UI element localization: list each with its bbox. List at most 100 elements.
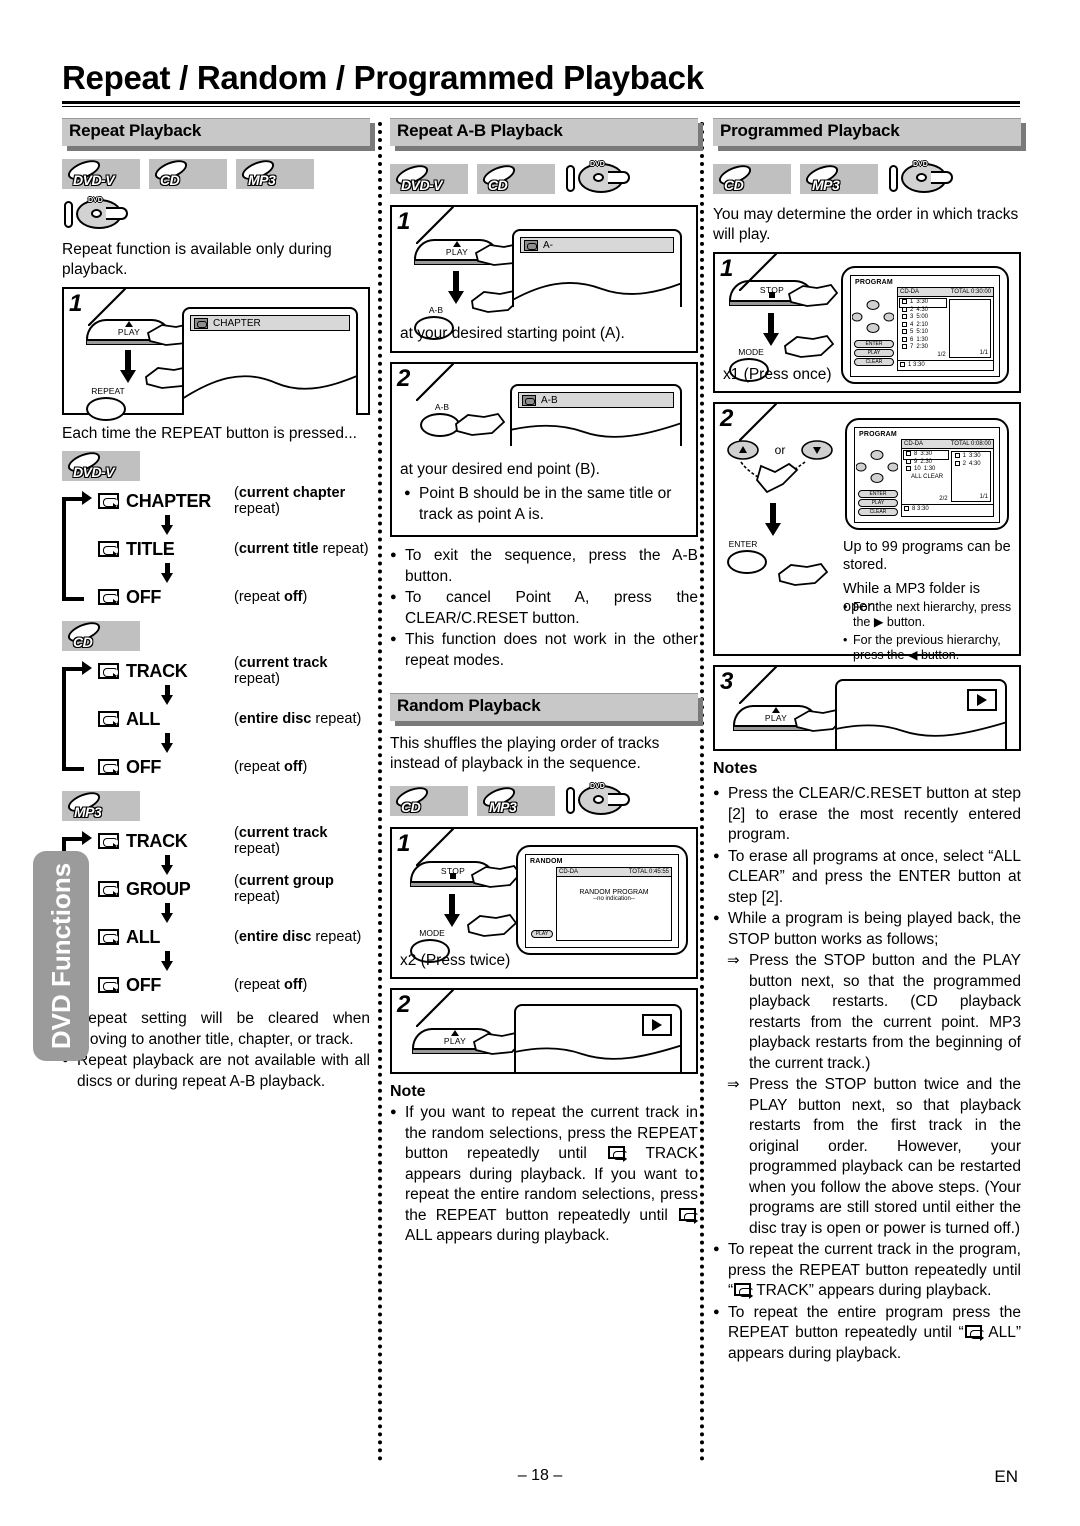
chain-mode-label: GROUP (126, 878, 191, 899)
page-title: Repeat / Random / Programmed Playback (62, 59, 704, 96)
programmed-intro-text: You may determine the order in which tra… (713, 206, 1019, 243)
step-box-2-random: 2 PLAY (390, 988, 698, 1074)
up-button-illustration (727, 440, 759, 460)
chain-row: OFF (repeat off) (98, 753, 370, 781)
screen-title: RANDOM (530, 858, 563, 865)
title-rule-thick (62, 101, 1020, 104)
programmed-row: 1 3:30 (953, 453, 989, 461)
track-row: 7 2:30 (900, 344, 946, 352)
badge-label: DVD-V (72, 171, 115, 188)
button-label: REPEAT (91, 386, 125, 396)
down-arrow-icon (161, 563, 173, 583)
manual-page: Repeat / Random / Programmed Playback Re… (0, 0, 1080, 1526)
chain-mode-desc: (current chapter repeat) (234, 485, 346, 517)
random-intro-text: This shuffles the playing order of track… (390, 735, 660, 772)
badge-cd: CD (62, 621, 140, 651)
step-box-1-repeat: 1 PLAY REPEAT CHAPTER (62, 287, 370, 421)
track-row: 6 1:30 (900, 336, 946, 345)
media-badges-mid: DVD-V CD DVD (390, 159, 698, 199)
chain-loop-arrow (82, 831, 92, 845)
osd-display-ab: A-B (510, 384, 682, 446)
badge-cd: CD (477, 164, 555, 194)
badge-dvd-v: DVD-V (390, 164, 468, 194)
all-clear-option: ALL CLEAR (911, 473, 944, 480)
down-arrow-icon (765, 503, 781, 537)
chain-mode-desc: (current track repeat) (234, 655, 328, 687)
badge-mp3: MP3 (477, 786, 555, 816)
screen-total-time: TOTAL 0:08:00 (950, 441, 991, 447)
navigation-pad-icon: ENTER PLAY CLEAR (855, 450, 900, 517)
media-badges-left: DVD-V CD MP3 (62, 159, 370, 189)
repeat-mode-icon (98, 833, 119, 849)
osd-label: A-B (541, 394, 558, 406)
step-number: 2 (397, 365, 411, 392)
bullet-item: Repeat playback are not available with a… (62, 1050, 370, 1092)
badge-label: MP3 (73, 803, 102, 820)
repeat-mode-icon (98, 541, 119, 557)
media-badges-right: CD MP3 DVD (713, 159, 1021, 199)
step-number: 1 (397, 830, 411, 857)
chain-row: ALL (entire disc repeat) (98, 923, 370, 951)
osd-display-a: A- (512, 229, 682, 307)
repeat-mode-icon (734, 1283, 755, 1299)
screen-total-time: TOTAL 0:30:00 (950, 289, 991, 295)
enter-button-illustration: ENTER (727, 539, 773, 577)
repeat-mode-icon (607, 1146, 628, 1162)
screen-edge-wave (837, 721, 1005, 737)
badge-label: MP3 (247, 171, 276, 188)
or-label: or (774, 443, 786, 457)
enter-pill: ENTER (858, 490, 898, 498)
chain-mode-label: TRACK (126, 660, 188, 681)
step-box-1-random: 1 STOP MODE RANDOM CD-DA TOTAL 0:45:55 R… (390, 827, 698, 979)
section-header-repeat-playback: Repeat Playback (62, 118, 375, 151)
screen-edge-wave (184, 375, 356, 399)
chain-row: CHAPTER (current chapter repeat) (98, 485, 370, 517)
down-arrow-icon (444, 894, 460, 928)
track-row: 5 5:10 (900, 329, 946, 337)
down-arrow-icon (161, 855, 173, 875)
screen-line-2: --no indication-- (593, 896, 635, 902)
chain-mode-label: ALL (126, 708, 161, 729)
button-label: ENTER (728, 539, 758, 549)
step-number: 1 (397, 208, 411, 235)
badge-mp3: MP3 (800, 164, 878, 194)
language-code: EN (994, 1467, 1018, 1486)
down-arrow-icon (161, 903, 173, 923)
chain-row: TRACK (current track repeat) (98, 825, 370, 857)
screen-footer-track: 8 3:30 (912, 505, 929, 512)
screen-disc-type: CD-DA (900, 289, 919, 295)
chain-mode-desc: (repeat off) (234, 589, 308, 605)
step-box-1-ab: 1 PLAY A-B A- at your desired starting p… (390, 205, 698, 353)
repeat-mode-icon (98, 977, 119, 993)
mid-bullets: To exit the sequence, press the A-B butt… (390, 545, 698, 671)
hand-pointer-icon (778, 562, 829, 586)
chain-row: GROUP (current group repeat) (98, 873, 370, 905)
each-time-text: Each time the REPEAT button is pressed..… (62, 425, 357, 442)
chain-mode-label: TITLE (126, 538, 175, 559)
note-bullet: To erase all programs at once, select “A… (713, 846, 1021, 909)
chain-mode-desc: (repeat off) (234, 977, 308, 993)
badge-label: CD (72, 633, 93, 650)
page-title-block: Repeat / Random / Programmed Playback (62, 58, 1020, 107)
repeat-chain-cd: TRACK (current track repeat) ALL (entire… (62, 655, 370, 781)
chain-mode-desc: (entire disc repeat) (234, 929, 362, 945)
badge-label: CD (400, 798, 421, 815)
navigation-pad-icon: ENTER PLAY CLEAR (851, 300, 896, 367)
program-osd-screen-1: PROGRAM ENTER PLAY CLEAR CD-DA TOTAL 0:3… (841, 266, 1009, 384)
notes-heading: Notes (713, 760, 758, 777)
bullet-item: To cancel Point A, press the CLEAR/C.RES… (390, 587, 698, 629)
step-bullet: Point B should be in the same title or t… (404, 483, 688, 525)
screen-footer-track: 1 3:30 (908, 361, 925, 368)
section-header-repeat-ab: Repeat A-B Playback (390, 118, 703, 151)
section-title: Repeat A-B Playback (397, 121, 563, 140)
osd-display-chapter: CHAPTER (182, 307, 358, 415)
section-title: Programmed Playback (720, 121, 900, 140)
step2-text-1: Up to 99 programs can be stored. (843, 539, 1011, 573)
play-pill: PLAY (858, 499, 898, 507)
screen-line-1: RANDOM PROGRAM (579, 889, 649, 896)
track-row: 10 1:30 (904, 466, 948, 474)
note-bullet: If you want to repeat the current track … (390, 1102, 699, 1247)
osd-display-play (835, 679, 1007, 749)
screen-page-left: 1/2 (937, 351, 946, 358)
chain-loop-arrow (82, 491, 92, 505)
